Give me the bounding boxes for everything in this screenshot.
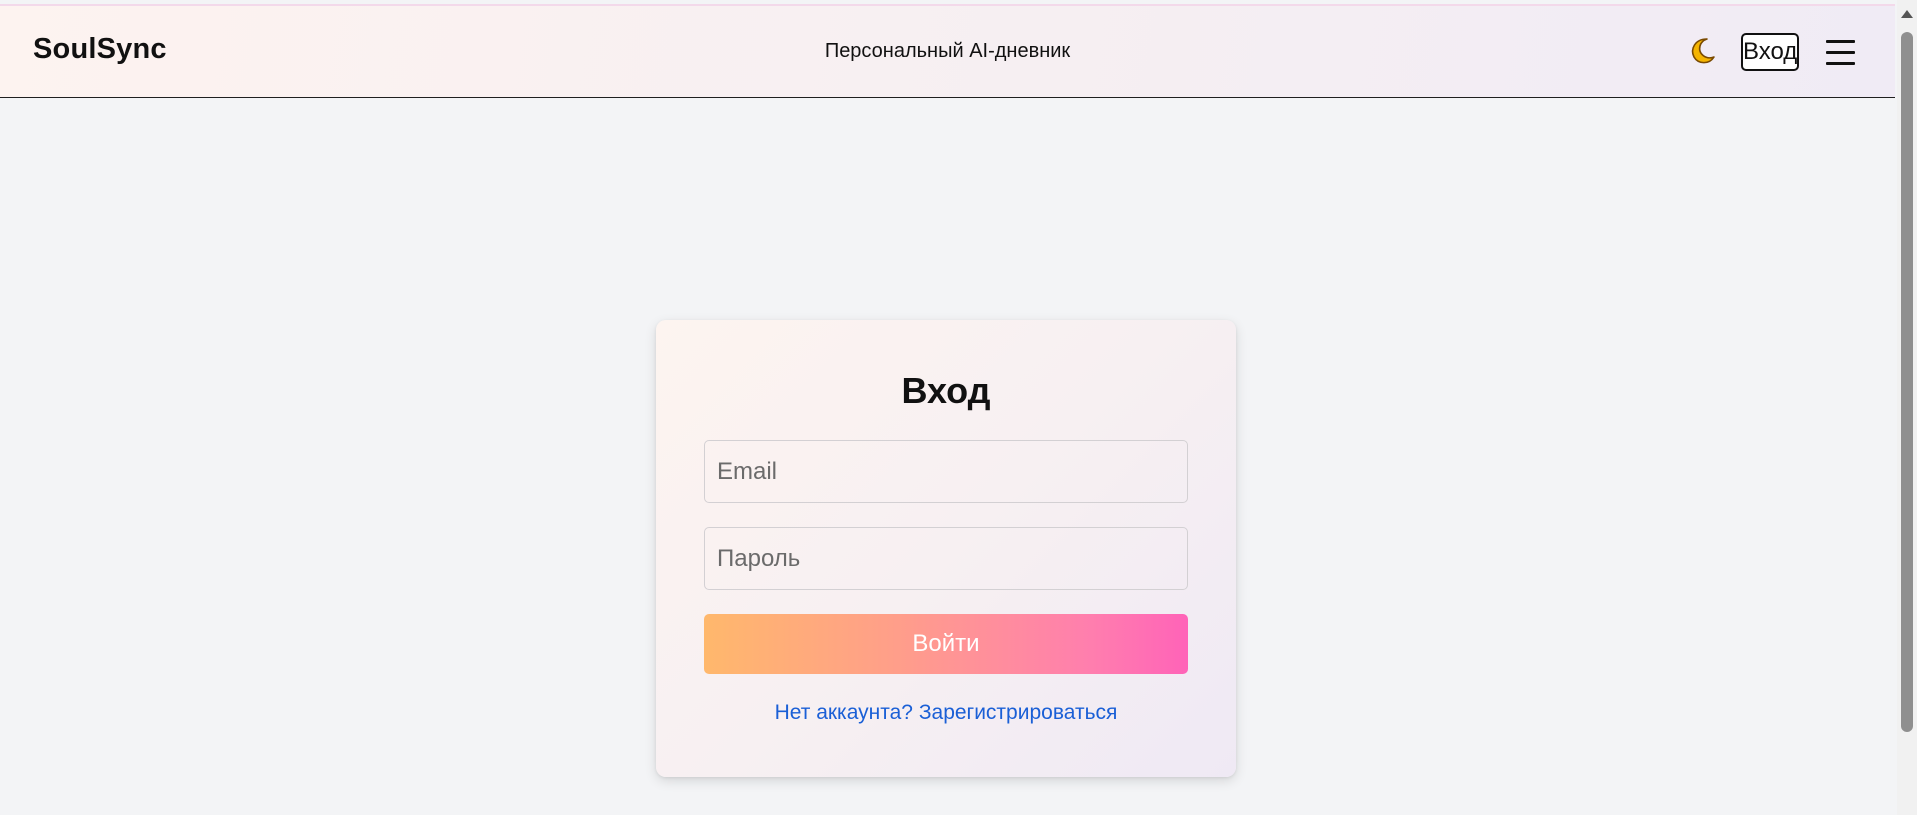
- scroll-up-arrow-icon[interactable]: [1901, 10, 1913, 18]
- hamburger-menu-icon[interactable]: [1826, 40, 1855, 66]
- vertical-scrollbar[interactable]: [1897, 0, 1917, 815]
- login-title: Вход: [901, 370, 991, 411]
- moon-icon[interactable]: [1687, 36, 1717, 66]
- login-card: Вход Войти Нет аккаунта? Зарегистрироват…: [656, 320, 1236, 777]
- register-link[interactable]: Нет аккаунта? Зарегистрироваться: [656, 701, 1236, 725]
- login-submit-button[interactable]: Войти: [704, 614, 1188, 674]
- app-subtitle: Персональный AI-дневник: [824, 40, 1071, 62]
- password-field[interactable]: [704, 527, 1188, 590]
- scrollbar-thumb[interactable]: [1901, 32, 1913, 732]
- page: SoulSync Персональный AI-дневник Вход Вх…: [0, 0, 1895, 815]
- email-field[interactable]: [704, 440, 1188, 503]
- header-login-button[interactable]: Вход: [1741, 33, 1799, 71]
- top-navbar: SoulSync Персональный AI-дневник Вход: [0, 6, 1895, 98]
